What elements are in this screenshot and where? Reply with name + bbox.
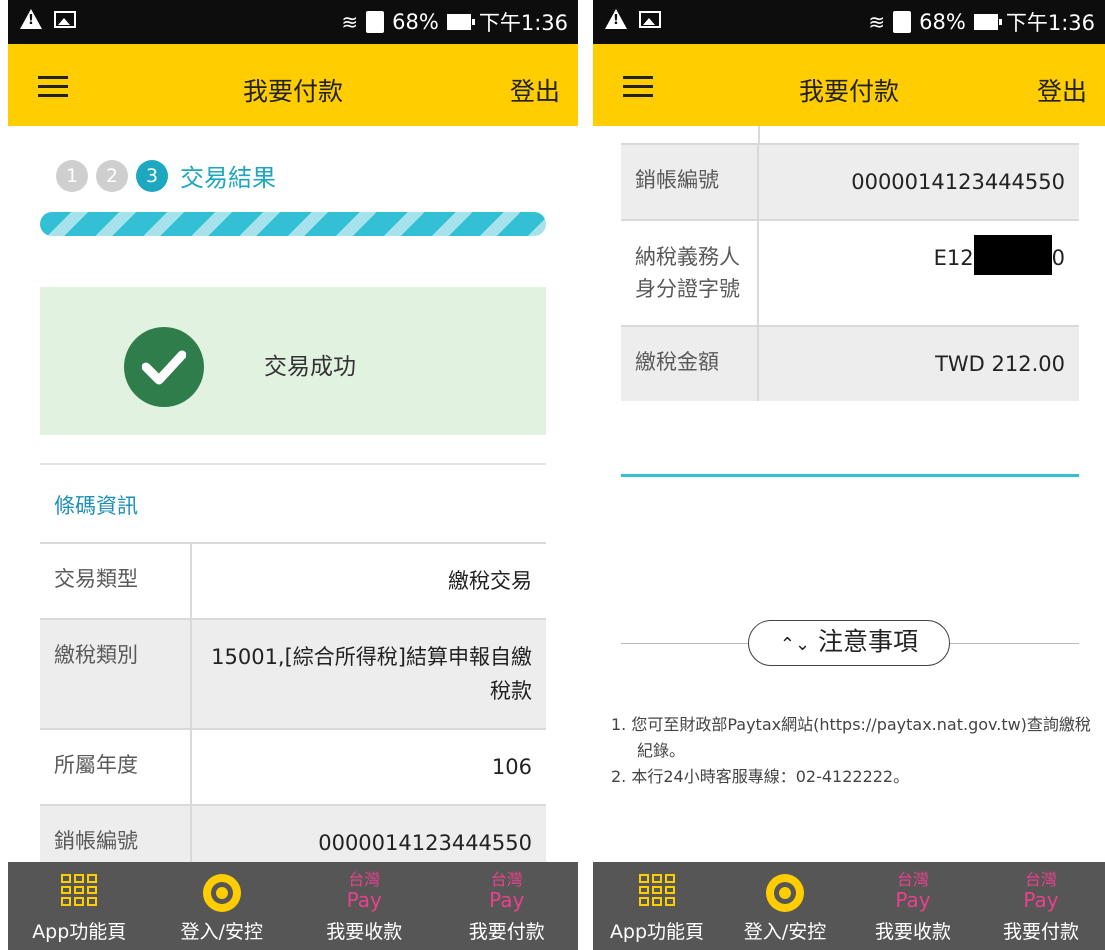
- battery-icon: [446, 14, 475, 30]
- nav-receive-payment[interactable]: 台灣 Pay 我要收款: [293, 862, 436, 950]
- divider: [40, 463, 546, 465]
- logout-button[interactable]: 登出: [510, 72, 560, 108]
- warning-icon: [20, 9, 42, 29]
- nav-login-security[interactable]: 登入/安控: [151, 862, 294, 950]
- logout-button[interactable]: 登出: [1037, 72, 1087, 108]
- table-row: 交易類型 繳稅交易: [40, 542, 546, 618]
- chevron-updown-icon: ⌃⌄: [779, 634, 811, 655]
- nav-app-functions[interactable]: App功能頁: [593, 862, 721, 950]
- step-2: 2: [96, 159, 128, 192]
- row-key: 繳稅類別: [40, 620, 192, 728]
- sd-card-icon: [893, 11, 912, 33]
- taiwan-pay-icon: 台灣 Pay: [1023, 870, 1059, 912]
- right-screen: ≋ 68% 下午1:36 我要付款 登出 銷帳編號 00000141234445…: [593, 0, 1105, 950]
- wifi-icon: ≋: [868, 10, 886, 34]
- row-key: 交易類型: [40, 544, 192, 618]
- list-item: 2. 本行24小時客服專線：02-4122222。: [611, 767, 910, 786]
- success-panel: 交易成功: [40, 287, 546, 435]
- nav-label: App功能頁: [609, 921, 705, 943]
- nav-label: 我要付款: [468, 921, 545, 943]
- gear-icon: [202, 874, 241, 912]
- table-row: 納稅義務人身分證字號 E12 0: [621, 219, 1079, 325]
- divider: [621, 474, 1079, 477]
- page-title: 我要付款: [242, 77, 343, 106]
- page-title: 我要付款: [798, 77, 899, 106]
- row-key: 銷帳編號: [621, 145, 759, 219]
- app-header: 我要付款 登出: [8, 44, 578, 126]
- progress-bar: [40, 212, 546, 236]
- step-1: 1: [56, 159, 88, 192]
- check-circle-icon: [124, 327, 204, 407]
- taiwan-pay-icon: 台灣 Pay: [489, 870, 525, 912]
- bottom-nav: App功能頁 登入/安控 台灣 Pay 我要收款 台灣 Pay 我要付款: [8, 862, 578, 950]
- row-key: 納稅義務人身分證字號: [621, 221, 759, 325]
- nav-receive-payment[interactable]: 台灣 Pay 我要收款: [849, 862, 977, 950]
- nav-app-functions[interactable]: App功能頁: [8, 862, 151, 950]
- sd-card-icon: [366, 11, 385, 33]
- row-value: 15001,[綜合所得稅]結算申報自繳稅款: [211, 645, 532, 703]
- notice-list: 1. 您可至財政部Paytax網站(https://paytax.nat.gov…: [611, 712, 1099, 790]
- gear-icon: [766, 874, 804, 912]
- warning-icon: [605, 9, 627, 29]
- row-value: E12 0: [759, 221, 1079, 325]
- row-value: 0000014123444550: [851, 170, 1065, 194]
- battery-percent: 68%: [392, 10, 439, 34]
- nav-make-payment[interactable]: 台灣 Pay 我要付款: [977, 862, 1105, 950]
- table-row: 所屬年度 106: [40, 728, 546, 804]
- table-row: 銷帳編號 0000014123444550: [621, 143, 1079, 219]
- app-header: 我要付款 登出: [593, 44, 1105, 126]
- taiwan-pay-icon: 台灣 Pay: [895, 870, 931, 912]
- image-icon: [54, 10, 76, 28]
- row-key: 繳稅金額: [621, 327, 759, 401]
- id-suffix: 0: [1051, 246, 1065, 270]
- row-value: TWD 212.00: [935, 352, 1065, 376]
- nav-make-payment[interactable]: 台灣 Pay 我要付款: [436, 862, 579, 950]
- row-key: 所屬年度: [40, 730, 192, 804]
- taiwan-pay-icon: 台灣 Pay: [346, 870, 382, 912]
- nav-label: 我要付款: [1002, 921, 1079, 943]
- section-title: 條碼資訊: [54, 494, 138, 518]
- grid-icon: [639, 874, 675, 906]
- step-3: 3: [136, 159, 168, 192]
- row-value: 繳稅交易: [448, 569, 532, 593]
- bottom-nav: App功能頁 登入/安控 台灣 Pay 我要收款 台灣 Pay 我要付款: [593, 862, 1105, 950]
- id-prefix: E12: [933, 246, 974, 270]
- nav-login-security[interactable]: 登入/安控: [721, 862, 849, 950]
- step-indicator: 1 2 3 交易結果: [56, 158, 276, 193]
- list-item: 1. 您可至財政部Paytax網站(https://paytax.nat.gov…: [611, 715, 1091, 760]
- status-bar: ≋ 68% 下午1:36: [8, 0, 578, 44]
- nav-label: App功能頁: [32, 921, 127, 943]
- battery-percent: 68%: [919, 10, 966, 34]
- notice-toggle-button[interactable]: ⌃⌄ 注意事項: [748, 620, 950, 666]
- table-row: 繳稅金額 TWD 212.00: [621, 325, 1079, 401]
- clock: 下午1:36: [478, 11, 568, 35]
- barcode-info-table: 交易類型 繳稅交易 繳稅類別 15001,[綜合所得稅]結算申報自繳稅款 所屬年…: [40, 542, 546, 880]
- table-column-line: [758, 126, 760, 144]
- row-value: 106: [491, 755, 532, 779]
- nav-label: 登入/安控: [180, 921, 263, 943]
- nav-label: 登入/安控: [743, 921, 827, 943]
- table-row: 繳稅類別 15001,[綜合所得稅]結算申報自繳稅款: [40, 618, 546, 728]
- status-bar: ≋ 68% 下午1:36: [593, 0, 1105, 44]
- clock: 下午1:36: [1005, 11, 1095, 35]
- grid-icon: [61, 874, 98, 906]
- step-label: 交易結果: [180, 164, 276, 192]
- success-message: 交易成功: [264, 354, 356, 380]
- barcode-info-table-continued: 銷帳編號 0000014123444550 納稅義務人身分證字號 E12 0 繳稅…: [621, 143, 1079, 401]
- notice-title: 注意事項: [818, 627, 919, 656]
- left-screen: ≋ 68% 下午1:36 我要付款 登出 1 2 3 交易結果 交易成功 條碼資…: [8, 0, 578, 950]
- nav-label: 我要收款: [326, 921, 403, 943]
- redaction-box: [973, 235, 1052, 275]
- wifi-icon: ≋: [341, 10, 359, 34]
- nav-label: 我要收款: [874, 921, 951, 943]
- battery-icon: [973, 14, 1002, 30]
- image-icon: [639, 10, 661, 28]
